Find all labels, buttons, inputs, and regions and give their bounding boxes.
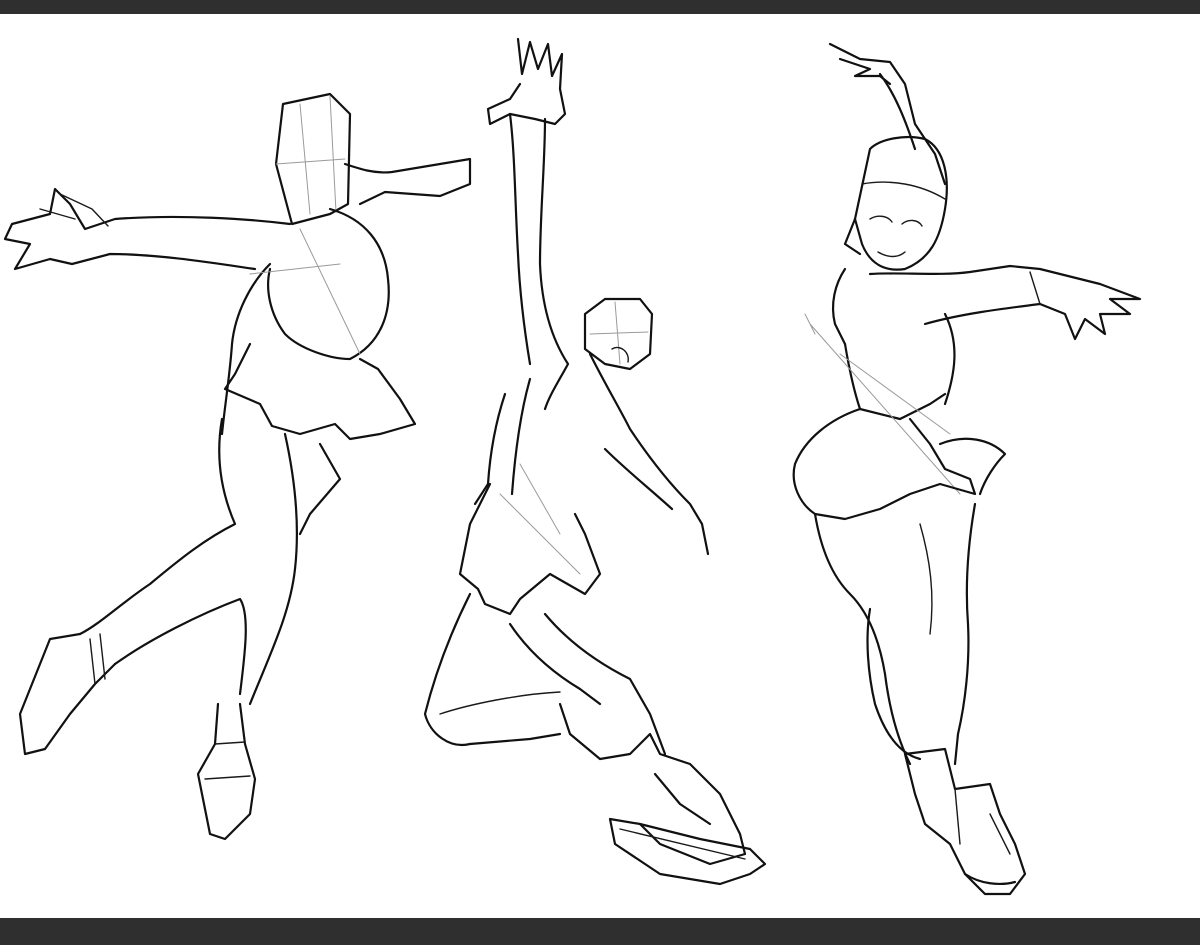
top-toolbar-strip <box>0 0 1200 14</box>
figure-1-sketch <box>3 92 472 841</box>
sketch-artwork <box>3 37 1142 896</box>
bottom-status-strip <box>0 918 1200 945</box>
drawing-window <box>0 0 1200 945</box>
figure-2-sketch <box>423 37 767 886</box>
figure-3-sketch <box>792 42 1142 896</box>
drawing-canvas[interactable] <box>0 14 1200 918</box>
